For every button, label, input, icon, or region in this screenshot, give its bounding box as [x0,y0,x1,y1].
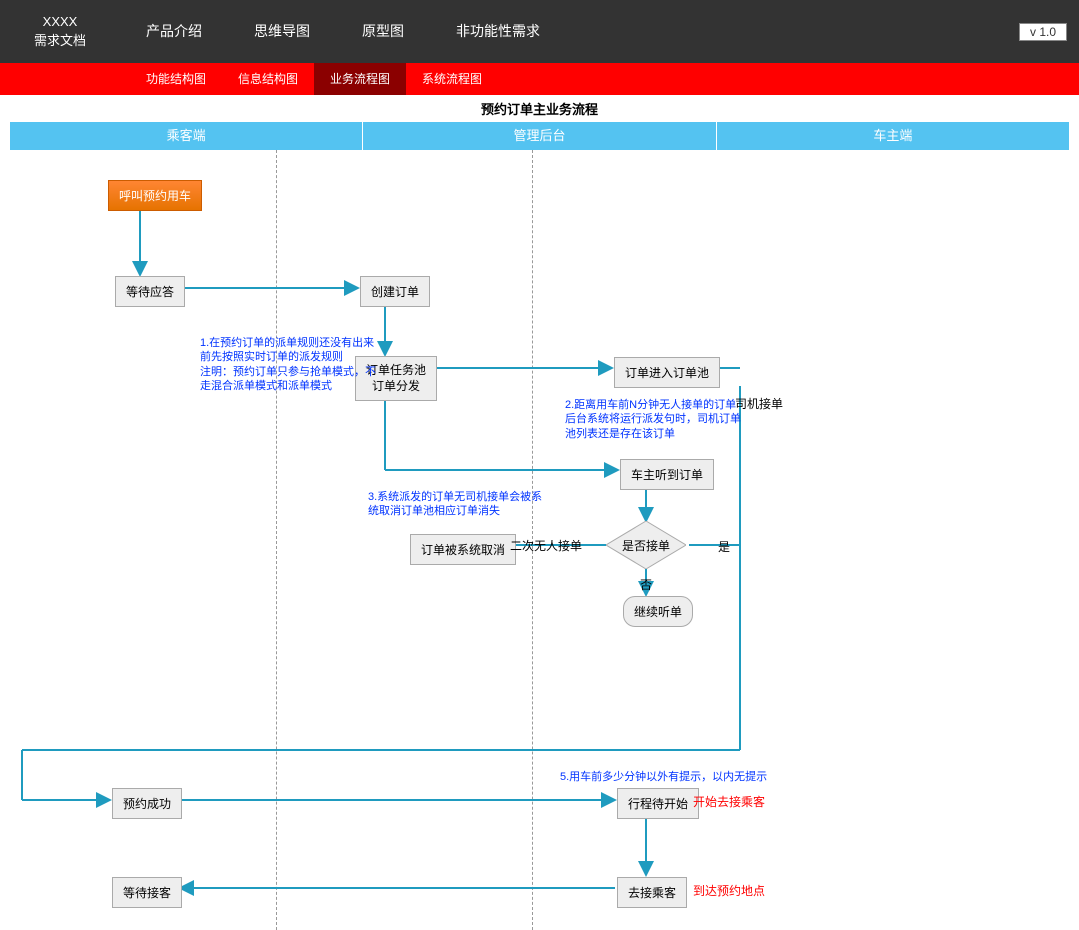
node-start: 呼叫预约用车 [108,180,202,211]
top-nav: 产品介绍 思维导图 原型图 非功能性需求 [120,0,566,63]
node-driver-hear: 车主听到订单 [620,459,714,490]
diagram-title: 预约订单主业务流程 [0,99,1079,118]
label-yes: 是 [718,538,730,555]
node-continue-listen: 继续听单 [623,596,693,627]
node-decision: 是否接单 [606,521,686,569]
node-wait-reply: 等待应答 [115,276,185,307]
lane-divider-1 [276,150,277,930]
top-bar: XXXX 需求文档 产品介绍 思维导图 原型图 非功能性需求 v 1.0 [0,0,1079,63]
note-5: 5.用车前多少分钟以外有提示，以内无提示 [560,770,767,784]
note-1: 1.在预约订单的派单规则还没有出来前先按照实时订单的派发规则 注明：预约订单只参… [200,336,380,393]
node-trip-wait: 行程待开始 [617,788,699,819]
topnav-product[interactable]: 产品介绍 [120,0,228,63]
node-go-pickup: 去接乘客 [617,877,687,908]
diagram-canvas: 呼叫预约用车 等待应答 创建订单 订单任务池 订单分发 订单进入订单池 车主听到… [10,150,1069,930]
subnav-business[interactable]: 业务流程图 [314,63,406,95]
subnav-function[interactable]: 功能结构图 [130,63,222,95]
node-wait-pickup: 等待接客 [112,877,182,908]
note-3: 3.系统派发的订单无司机接单会被系统取消订单池相应订单消失 [368,490,548,519]
logo: XXXX 需求文档 [0,13,120,49]
rednote-arrive-point: 到达预约地点 [693,882,765,899]
node-sys-cancel: 订单被系统取消 [410,534,516,565]
lane-header: 乘客端 管理后台 车主端 [10,122,1069,150]
version-badge: v 1.0 [1019,23,1067,41]
node-enter-pool: 订单进入订单池 [614,357,720,388]
subnav-system[interactable]: 系统流程图 [406,63,498,95]
label-no: 否 [640,576,652,593]
logo-line2: 需求文档 [0,32,120,50]
label-twice-noone: 二次无人接单 [510,537,582,554]
topnav-mindmap[interactable]: 思维导图 [228,0,336,63]
lane-driver: 车主端 [717,122,1069,150]
node-create-order: 创建订单 [360,276,430,307]
subnav-information[interactable]: 信息结构图 [222,63,314,95]
lane-backend: 管理后台 [363,122,716,150]
node-decision-label: 是否接单 [606,521,686,569]
topnav-prototype[interactable]: 原型图 [336,0,430,63]
lane-passenger: 乘客端 [10,122,363,150]
node-reserve-ok: 预约成功 [112,788,182,819]
note-2: 2.距离用车前N分钟无人接单的订单后台系统将运行派发句时，司机订单池列表还是存在… [565,398,745,441]
topnav-nonfunctional[interactable]: 非功能性需求 [430,0,566,63]
rednote-start-pickup: 开始去接乘客 [693,793,765,810]
logo-line1: XXXX [0,13,120,31]
sub-bar: 功能结构图 信息结构图 业务流程图 系统流程图 [0,63,1079,95]
